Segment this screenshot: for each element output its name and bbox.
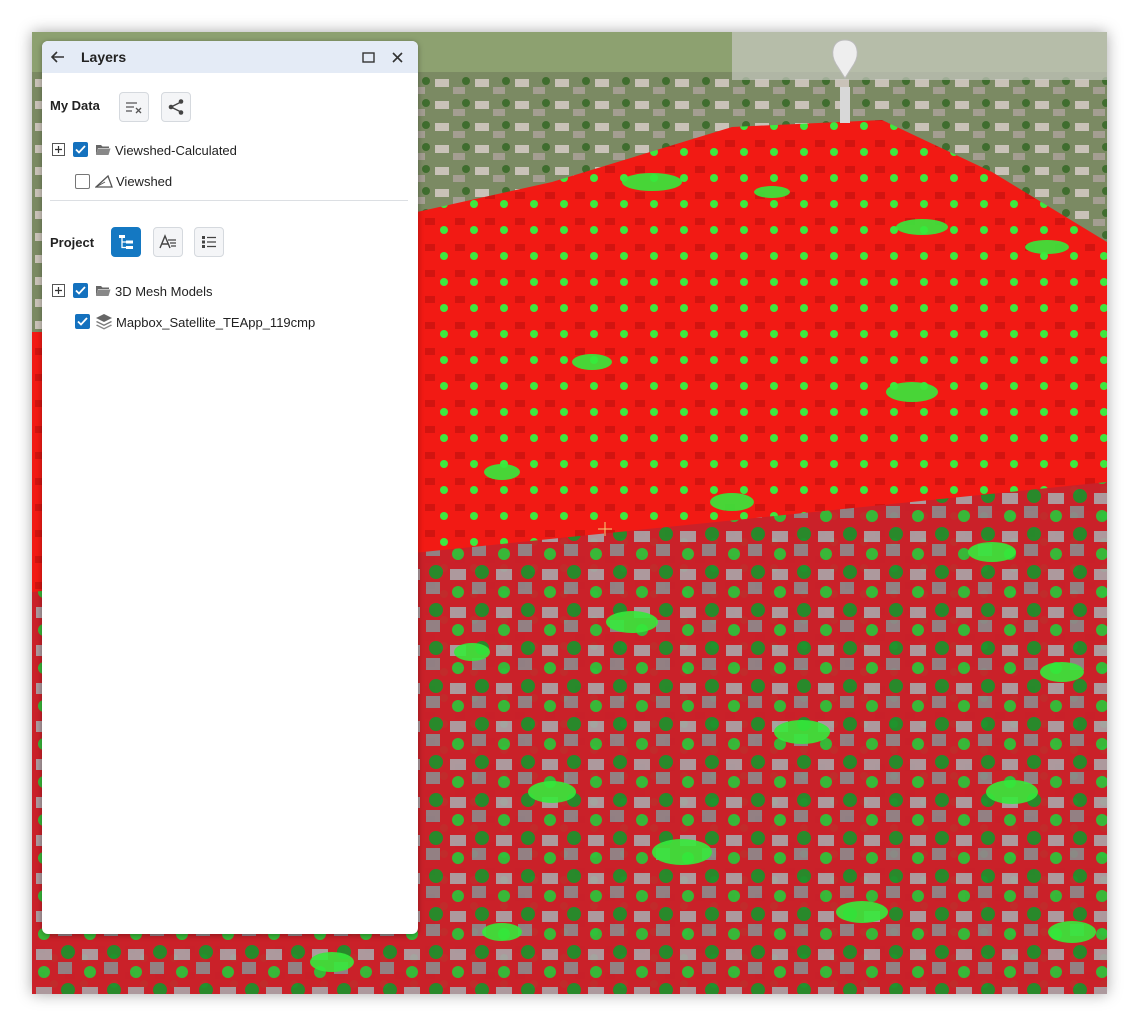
layer-visibility-checkbox[interactable] — [75, 174, 90, 189]
my-data-label: My Data — [50, 98, 100, 113]
plus-icon — [55, 287, 62, 294]
arrow-left-icon — [51, 51, 64, 63]
panel-title: Layers — [81, 49, 127, 65]
panel-header: Layers — [42, 41, 418, 73]
text-style-button[interactable] — [153, 227, 183, 257]
project-label: Project — [50, 235, 95, 250]
clear-list-button[interactable] — [119, 92, 149, 122]
layer-label: 3D Mesh Models — [115, 284, 213, 299]
tree-view-button[interactable] — [111, 227, 141, 257]
layer-label: Viewshed — [116, 174, 173, 189]
folder-icon — [95, 142, 111, 156]
share-icon — [168, 99, 184, 115]
viewshed-icon — [95, 174, 113, 188]
layers-stack-icon — [95, 313, 113, 330]
layer-visibility-checkbox[interactable] — [75, 314, 90, 329]
maximize-icon — [361, 51, 375, 63]
clear-list-icon — [126, 102, 142, 114]
close-button[interactable] — [383, 41, 411, 73]
maximize-button[interactable] — [354, 41, 382, 73]
folder-icon — [95, 283, 111, 297]
close-icon — [391, 51, 403, 63]
tree-view-icon — [119, 235, 133, 249]
layer-label: Mapbox_Satellite_TEApp_119cmp — [116, 315, 316, 330]
checkmark-icon — [77, 317, 88, 326]
back-button[interactable] — [44, 41, 72, 73]
checkmark-icon — [75, 145, 86, 154]
checkmark-icon — [75, 286, 86, 295]
app-window: Layers My Data Viewshed-Calculated Views… — [32, 32, 1107, 994]
section-divider — [50, 200, 408, 201]
text-style-icon — [159, 234, 176, 249]
expand-button[interactable] — [52, 284, 65, 297]
list-view-icon — [202, 236, 216, 248]
share-button[interactable] — [161, 92, 191, 122]
layer-visibility-checkbox[interactable] — [73, 142, 88, 157]
expand-button[interactable] — [52, 143, 65, 156]
layers-panel: Layers My Data Viewshed-Calculated Views… — [42, 41, 418, 934]
layer-visibility-checkbox[interactable] — [73, 283, 88, 298]
plus-icon — [55, 146, 62, 153]
list-view-button[interactable] — [194, 227, 224, 257]
layer-label: Viewshed-Calculated — [115, 143, 237, 158]
